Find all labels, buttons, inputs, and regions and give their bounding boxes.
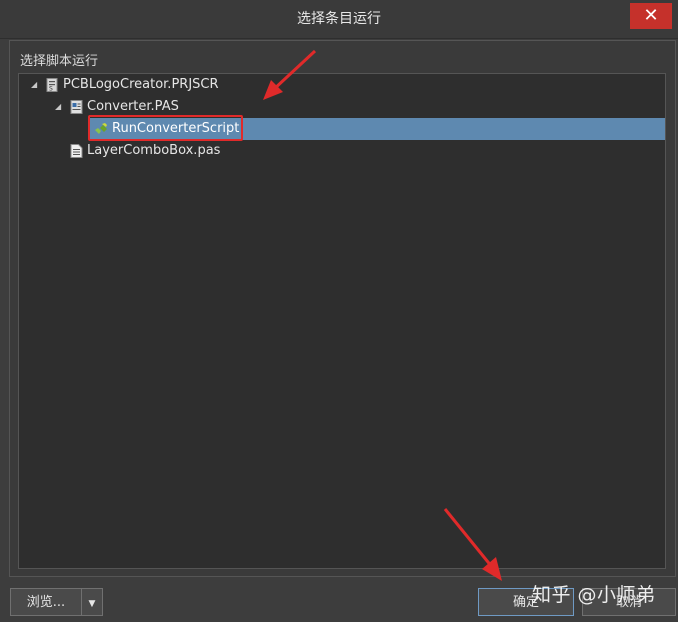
pas-file-icon bbox=[70, 100, 83, 114]
close-icon: ✕ bbox=[643, 5, 659, 26]
watermark-text: 知乎 @小师弟 bbox=[532, 584, 656, 606]
svg-text:S: S bbox=[49, 86, 53, 93]
browse-label: 浏览... bbox=[26, 595, 66, 610]
collapse-arrow-icon[interactable]: ◢ bbox=[31, 74, 37, 96]
project-file-icon: S bbox=[46, 78, 58, 93]
tree-node-layercombobox[interactable]: LayerComboBox.pas bbox=[19, 140, 665, 162]
browse-dropdown-button[interactable]: ▼ bbox=[81, 588, 103, 616]
chevron-down-icon: ▼ bbox=[88, 599, 96, 609]
text-file-icon bbox=[70, 144, 83, 158]
annotation-arrow-icon bbox=[263, 49, 317, 100]
annotation-box bbox=[88, 115, 243, 141]
panel-label: 选择脚本运行 bbox=[20, 54, 99, 69]
annotation-arrow-icon bbox=[443, 508, 502, 581]
collapse-arrow-icon[interactable]: ◢ bbox=[55, 96, 61, 118]
close-button[interactable]: ✕ bbox=[630, 3, 672, 29]
layercombobox-label: LayerComboBox.pas bbox=[87, 143, 221, 158]
script-tree[interactable]: ◢ S PCBLogoCreator.PRJSCR ◢ Converter.PA… bbox=[18, 73, 666, 569]
browse-button[interactable]: 浏览... bbox=[10, 588, 82, 616]
title-bar: 选择条目运行 ✕ bbox=[0, 0, 678, 39]
tree-node-project[interactable]: ◢ S PCBLogoCreator.PRJSCR bbox=[19, 74, 665, 96]
window-title: 选择条目运行 bbox=[297, 11, 381, 27]
project-label: PCBLogoCreator.PRJSCR bbox=[63, 77, 219, 92]
